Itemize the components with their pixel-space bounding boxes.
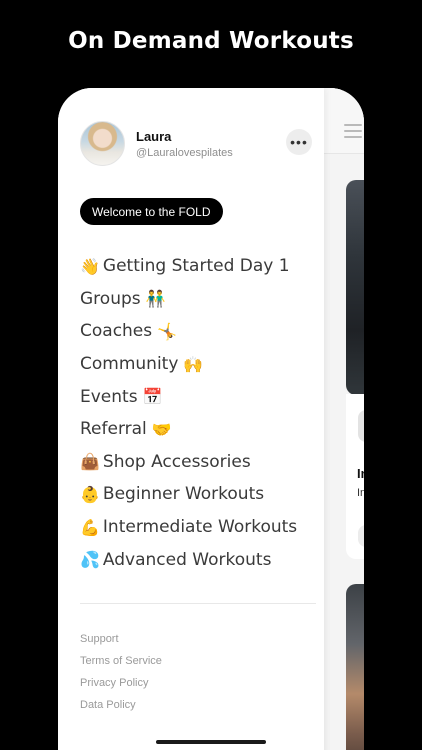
menu-item-label: Advanced Workouts — [102, 549, 272, 570]
background-card-title: In — [357, 466, 364, 481]
side-drawer: Laura @Lauralovespilates ••• Welcome to … — [58, 88, 324, 750]
background-workout-card-image-2[interactable] — [346, 584, 364, 750]
menu-item-beginner-workouts[interactable]: 👶 Beginner Workouts — [80, 478, 320, 511]
background-card-button — [358, 525, 364, 547]
menu-item-emoji-icon: 👬 — [145, 289, 166, 309]
menu-list: 👋 Getting Started Day 1 Groups 👬 Coaches 🤸 Com… — [80, 250, 320, 576]
footer-link-privacy-policy[interactable]: Privacy Policy — [80, 672, 162, 694]
menu-item-emoji-icon: 💦 — [80, 550, 100, 570]
menu-item-label: Events — [80, 386, 138, 407]
menu-item-intermediate-workouts[interactable]: 💪 Intermediate Workouts — [80, 511, 320, 544]
footer-link-data-policy[interactable]: Data Policy — [80, 694, 162, 716]
footer-link-terms-of-service[interactable]: Terms of Service — [80, 650, 162, 672]
menu-item-emoji-icon: 🙌 — [183, 354, 204, 374]
more-options-button[interactable]: ••• — [286, 129, 312, 155]
menu-item-label: Intermediate Workouts — [102, 517, 298, 538]
menu-item-label: Beginner Workouts — [102, 484, 265, 505]
menu-item-emoji-icon: 👋 — [80, 256, 100, 276]
user-handle: @Lauralovespilates — [136, 147, 233, 159]
menu-item-emoji-icon: 👜 — [80, 452, 100, 472]
menu-item-label: Groups — [80, 288, 141, 309]
menu-item-groups[interactable]: Groups 👬 — [80, 283, 320, 316]
footer-links: Support Terms of Service Privacy Policy Dat… — [80, 628, 162, 716]
menu-item-emoji-icon: 👶 — [80, 484, 100, 504]
menu-item-shop-accessories[interactable]: 👜 Shop Accessories — [80, 446, 320, 479]
menu-item-label: Coaches — [80, 321, 153, 342]
menu-item-advanced-workouts[interactable]: 💦 Advanced Workouts — [80, 543, 320, 576]
menu-item-label: Getting Started Day 1 — [102, 256, 290, 277]
menu-item-emoji-icon: 💪 — [80, 517, 100, 537]
menu-item-referral[interactable]: Referral 🤝 — [80, 413, 320, 446]
menu-item-label: Shop Accessories — [102, 451, 251, 472]
background-content: In In — [324, 88, 364, 750]
menu-item-getting-started-day-1[interactable]: 👋 Getting Started Day 1 — [80, 250, 320, 283]
more-icon: ••• — [290, 134, 308, 150]
menu-item-events[interactable]: Events 📅 — [80, 380, 320, 413]
footer-link-support[interactable]: Support — [80, 628, 162, 650]
headline: On Demand Workouts — [68, 28, 354, 54]
user-name: Laura — [136, 129, 172, 144]
divider — [80, 603, 316, 604]
menu-item-emoji-icon: 🤝 — [151, 419, 172, 439]
background-card-chip — [358, 410, 364, 442]
welcome-badge[interactable]: Welcome to the FOLD — [80, 198, 223, 225]
menu-item-emoji-icon: 🤸 — [157, 321, 178, 341]
phone-screen: In In Laura @Lauralovespilates ••• Welco… — [58, 88, 364, 750]
avatar[interactable] — [80, 121, 125, 166]
menu-item-emoji-icon: 📅 — [142, 387, 163, 407]
background-card-subtitle: In — [357, 487, 364, 499]
menu-item-label: Referral — [80, 419, 147, 440]
background-topbar — [324, 88, 364, 154]
menu-item-coaches[interactable]: Coaches 🤸 — [80, 315, 320, 348]
background-workout-card-image[interactable] — [346, 180, 364, 395]
hamburger-icon[interactable] — [344, 124, 362, 142]
home-indicator — [156, 740, 266, 744]
menu-item-community[interactable]: Community 🙌 — [80, 348, 320, 381]
menu-item-label: Community — [80, 354, 179, 375]
